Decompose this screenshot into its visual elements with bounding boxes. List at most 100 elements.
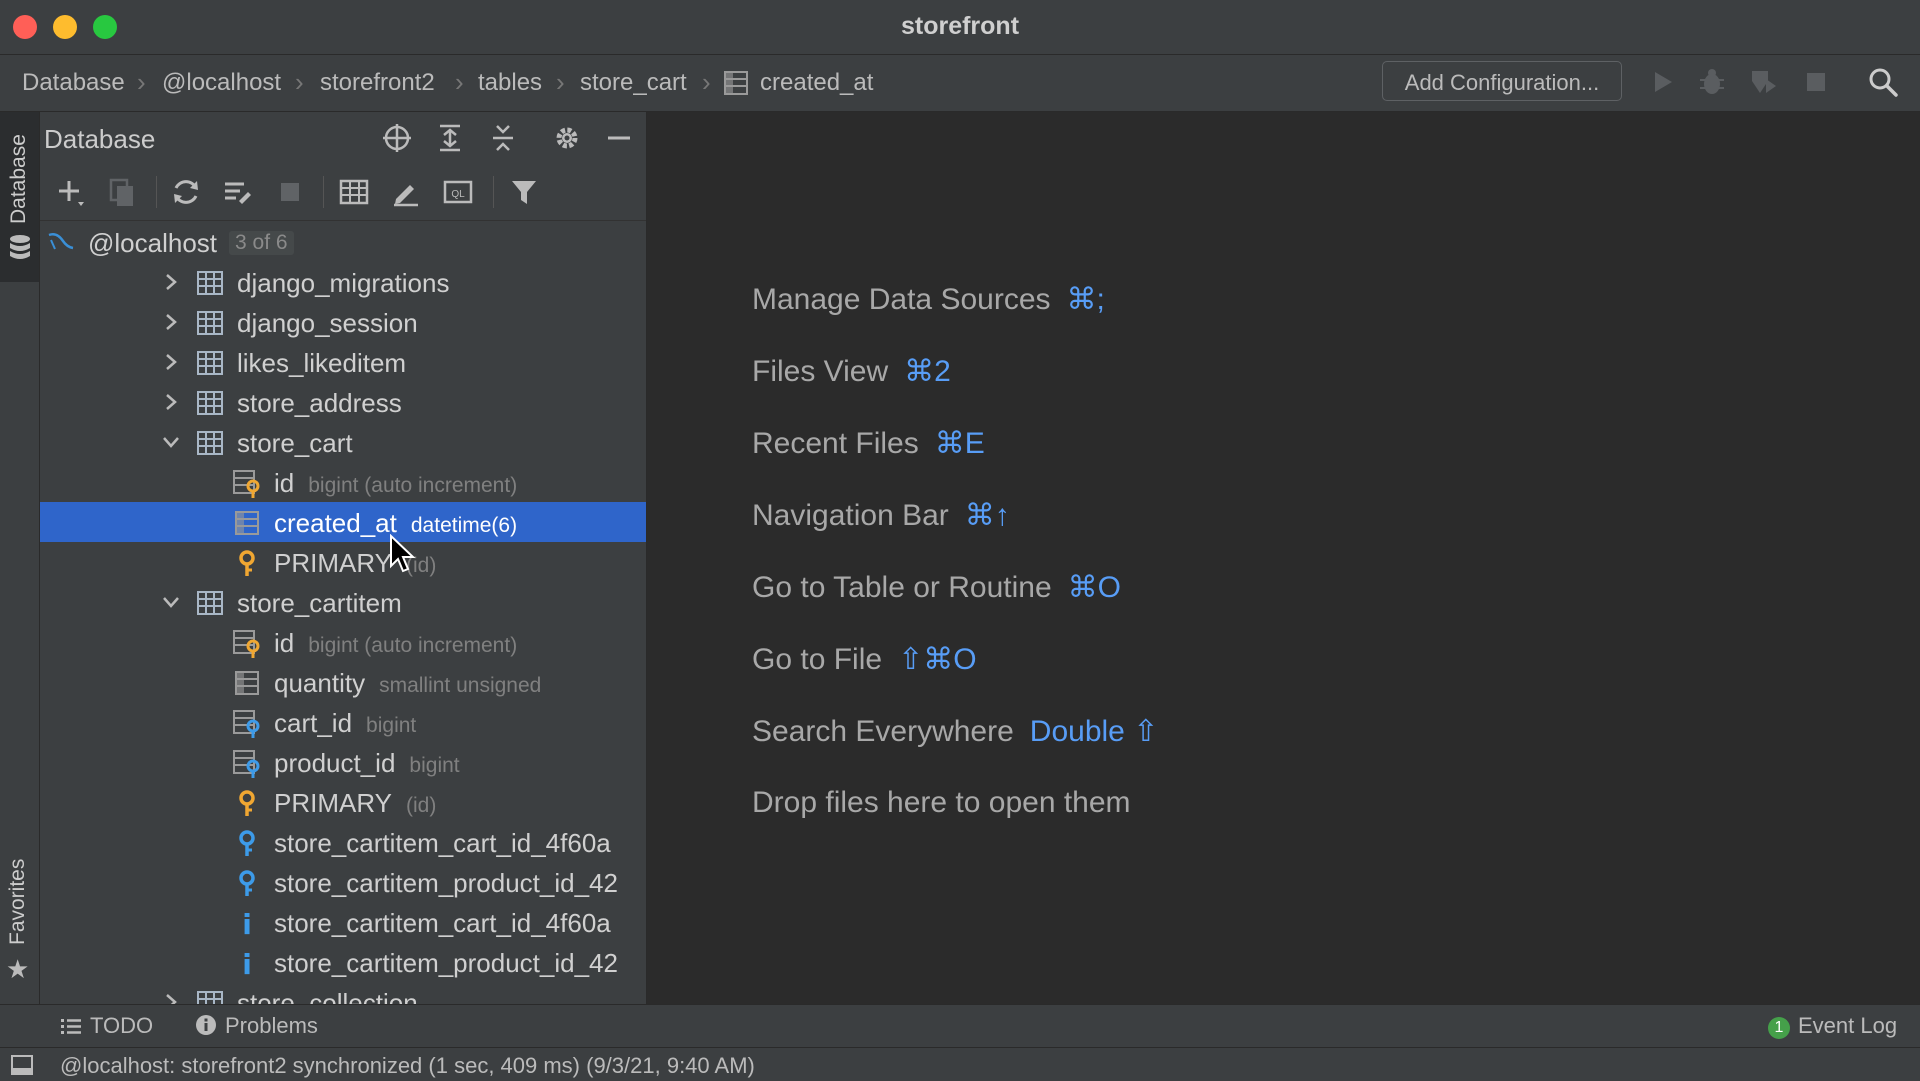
- foreign-key-column-icon: [233, 750, 260, 778]
- chevron-right-icon[interactable]: [161, 992, 181, 1004]
- tree-row-created-at[interactable]: created_at datetime(6): [40, 502, 646, 542]
- editor-hint: Drop files here to open them: [752, 786, 1131, 820]
- tree-row-likes-likeditem[interactable]: likes_likeditem: [40, 342, 646, 382]
- query-console-icon[interactable]: QL: [442, 176, 474, 208]
- filter-icon[interactable]: [508, 176, 540, 208]
- primary-key-column-icon: [233, 630, 260, 658]
- tree-row-label: product_id: [274, 748, 396, 778]
- tree-row-type: bigint (auto increment): [308, 474, 518, 497]
- tree-row-primary[interactable]: PRIMARY (id): [40, 782, 646, 822]
- database-tool-tab[interactable]: Database: [0, 112, 39, 282]
- expand-all-icon[interactable]: [434, 122, 466, 154]
- tree-root-localhost[interactable]: @localhost 3 of 6: [40, 222, 646, 262]
- hint-shortcut: ⌘;: [1066, 283, 1105, 316]
- svg-text:i: i: [242, 908, 252, 938]
- tree-row-cart-id[interactable]: cart_id bigint: [40, 702, 646, 742]
- table-icon: [197, 351, 223, 375]
- stop-icon[interactable]: [1799, 65, 1833, 99]
- tree-row-primary[interactable]: PRIMARY (id): [40, 542, 646, 582]
- star-icon[interactable]: ★: [6, 954, 29, 985]
- debug-icon[interactable]: [1695, 65, 1729, 99]
- toggle-tool-windows-icon[interactable]: [10, 1054, 34, 1076]
- duplicate-icon[interactable]: [106, 176, 138, 208]
- tree-row-store-address[interactable]: store_address: [40, 382, 646, 422]
- chevron-down-icon[interactable]: [161, 592, 181, 612]
- tree-row-label: django_migrations: [237, 268, 450, 298]
- breadcrumb-tables[interactable]: tables: [478, 69, 542, 97]
- tree-row-django-session[interactable]: django_session: [40, 302, 646, 342]
- tree-row-id[interactable]: id bigint (auto increment): [40, 462, 646, 502]
- add-configuration-button[interactable]: Add Configuration...: [1382, 61, 1622, 101]
- tree-row-store-cartitem-cart-id-4f60a[interactable]: store_cartitem_cart_id_4f60a: [40, 822, 646, 862]
- problems-tab[interactable]: Problems: [195, 1013, 318, 1039]
- tree-row-label: PRIMARY: [274, 788, 392, 818]
- coverage-icon[interactable]: [1746, 65, 1780, 99]
- run-icon[interactable]: [1645, 65, 1679, 99]
- search-icon[interactable]: [1866, 65, 1900, 99]
- tree-row-label: id: [274, 468, 295, 498]
- tree-row-quantity[interactable]: quantity smallint unsigned: [40, 662, 646, 702]
- hint-shortcut: ⌘O: [1067, 571, 1121, 604]
- editor-hint: Go to Table or Routine ⌘O: [752, 570, 1121, 605]
- chevron-right-icon[interactable]: [161, 392, 181, 412]
- table-icon: [197, 311, 223, 335]
- index-icon: i: [242, 948, 252, 978]
- tree-row-store-cart[interactable]: store_cart: [40, 422, 646, 462]
- table-icon: [197, 271, 223, 295]
- breadcrumb-database[interactable]: Database: [22, 69, 125, 97]
- table-icon: [197, 431, 223, 455]
- tree-row-store-collection[interactable]: store_collection: [40, 982, 646, 1004]
- breadcrumb-column[interactable]: created_at: [760, 69, 873, 97]
- editor-area: Manage Data Sources ⌘; Files View ⌘2 Recent …: [647, 112, 1920, 1004]
- tree-row-label: store_cartitem_cart_id_4f60a: [274, 828, 611, 858]
- chevron-right-icon[interactable]: [161, 272, 181, 292]
- primary-key-icon: [239, 790, 255, 816]
- tree-row-label: PRIMARY: [274, 548, 392, 578]
- stop-icon[interactable]: [274, 176, 306, 208]
- panel-title: Database: [44, 124, 156, 154]
- minimize-icon[interactable]: [603, 122, 635, 154]
- editor-hint: Go to File ⇧⌘O: [752, 642, 977, 677]
- tree-row-label: store_address: [237, 388, 402, 418]
- problems-label: Problems: [225, 1013, 318, 1038]
- crosshair-icon[interactable]: [381, 122, 413, 154]
- column-icon: [235, 511, 259, 535]
- panel-toolbar: QL: [40, 164, 646, 221]
- tree-row-label: id: [274, 628, 295, 658]
- event-count-badge: 1: [1768, 1017, 1790, 1039]
- column-icon: [235, 671, 259, 695]
- tree-row-type: smallint unsigned: [379, 674, 542, 697]
- favorites-tab-label[interactable]: Favorites: [6, 859, 30, 945]
- chevron-right-icon[interactable]: [161, 312, 181, 332]
- tree-row-store-cartitem-product-id-42[interactable]: i store_cartitem_product_id_42: [40, 942, 646, 982]
- root-label: @localhost: [88, 228, 218, 258]
- breadcrumb-localhost[interactable]: @localhost: [162, 69, 281, 97]
- tree-row-store-cartitem-product-id-42[interactable]: store_cartitem_product_id_42: [40, 862, 646, 902]
- mouse-cursor-icon: [390, 534, 416, 573]
- refresh-icon[interactable]: [170, 176, 202, 208]
- breadcrumb-table[interactable]: store_cart: [580, 69, 687, 97]
- todo-tab[interactable]: TODO: [60, 1013, 153, 1039]
- edit-icon[interactable]: [390, 176, 422, 208]
- tree-row-label: quantity: [274, 668, 366, 698]
- tree-row-label: django_session: [237, 308, 418, 338]
- svg-text:QL: QL: [451, 189, 465, 200]
- table-view-icon[interactable]: [338, 176, 370, 208]
- chevron-right-icon[interactable]: [161, 352, 181, 372]
- hint-label: Go to Table or Routine: [752, 571, 1052, 604]
- editor-hint: Manage Data Sources ⌘;: [752, 282, 1105, 317]
- tree-row-id[interactable]: id bigint (auto increment): [40, 622, 646, 662]
- gear-icon[interactable]: [551, 122, 583, 154]
- hint-shortcut: ⌘2: [904, 355, 951, 388]
- add-icon[interactable]: [54, 176, 86, 208]
- breadcrumb-schema[interactable]: storefront2: [320, 69, 435, 97]
- event-log-tab[interactable]: 1 Event Log: [1768, 1013, 1897, 1039]
- tree-row-store-cartitem[interactable]: store_cartitem: [40, 582, 646, 622]
- collapse-all-icon[interactable]: [487, 122, 519, 154]
- properties-icon[interactable]: [222, 176, 254, 208]
- tree-row-product-id[interactable]: product_id bigint: [40, 742, 646, 782]
- tree-row-store-cartitem-cart-id-4f60a[interactable]: i store_cartitem_cart_id_4f60a: [40, 902, 646, 942]
- chevron-down-icon[interactable]: [161, 432, 181, 452]
- mysql-icon: [48, 233, 74, 250]
- tree-row-django-migrations[interactable]: django_migrations: [40, 262, 646, 302]
